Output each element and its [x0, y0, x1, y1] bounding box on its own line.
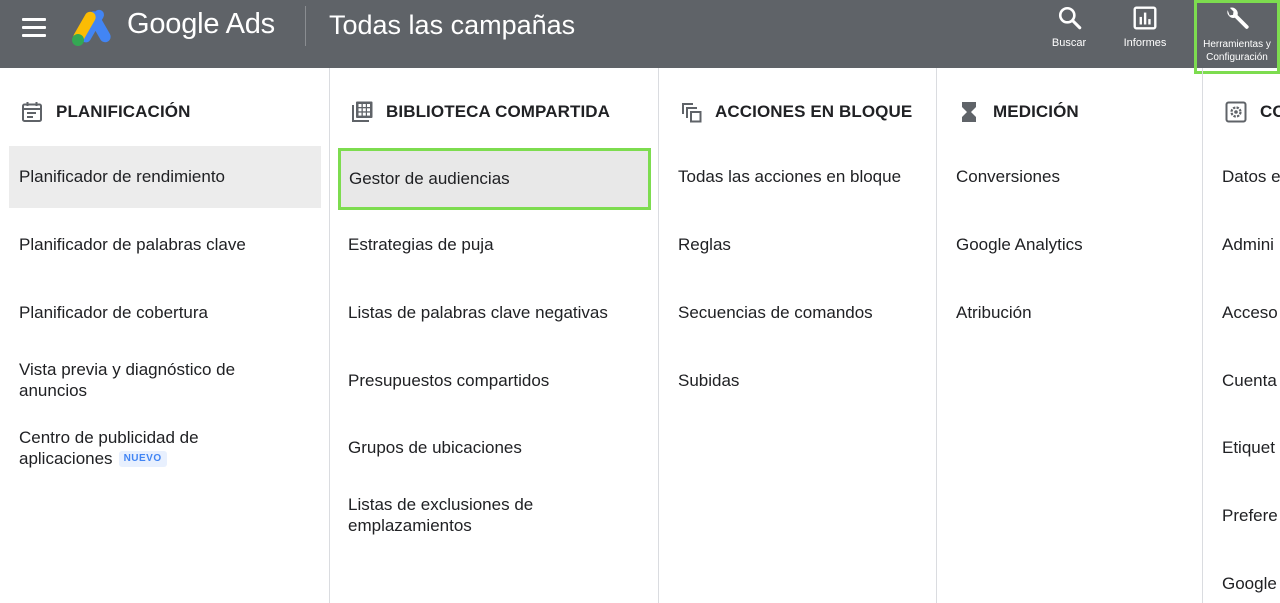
menu-item-label: Grupos de ubicaciones	[348, 438, 522, 457]
menu-item-settings-5[interactable]: Etiquet	[1222, 437, 1275, 458]
brand-name: Google Ads	[127, 8, 275, 40]
page-title: Todas las campañas	[329, 10, 576, 40]
planning-header: PLANIFICACIÓN	[20, 100, 190, 124]
reports-icon	[1133, 6, 1157, 30]
menu-item-label: Secuencias de comandos	[678, 303, 873, 322]
planning-title: PLANIFICACIÓN	[56, 102, 191, 121]
menu-item-label: Vista previa y diagnóstico de anuncios	[19, 360, 236, 400]
menu-item-label: Gestor de audiencias	[349, 169, 510, 188]
gear-box-icon	[1225, 101, 1247, 123]
menu-item-audience-manager[interactable]: Gestor de audiencias	[338, 148, 651, 210]
menu-item-shared-budgets[interactable]: Presupuestos compartidos	[348, 370, 648, 391]
menu-item-label: Google Analytics	[956, 235, 1083, 254]
menu-item-label: Datos e	[1222, 167, 1280, 186]
measurement-column: MEDICIÓN Conversiones Google Analytics A…	[937, 68, 1202, 603]
tools-and-settings-label: Herramientas y Configuración	[1203, 39, 1271, 63]
menu-item-label: Reglas	[678, 235, 731, 254]
menu-item-app-advertising-hub[interactable]: Centro de publicidad de aplicaciones NUEV…	[19, 427, 249, 469]
menu-item-label: Prefere	[1222, 506, 1278, 525]
menu-item-conversions[interactable]: Conversiones	[956, 166, 1196, 187]
planning-column: PLANIFICACIÓN Planificador de rendimient…	[0, 68, 329, 603]
measurement-title: MEDICIÓN	[993, 102, 1079, 121]
menu-item-label: Planificador de cobertura	[19, 303, 209, 322]
search-icon	[1058, 6, 1082, 30]
menu-item-attribution[interactable]: Atribución	[956, 302, 1196, 323]
menu-item-label: Todas las acciones en bloque	[678, 167, 902, 186]
bulk-actions-title: ACCIONES EN BLOQUE	[715, 102, 913, 121]
settings-column: CO Datos e Admini Acceso Cuenta Etiquet …	[1203, 68, 1280, 603]
menu-item-label: Planificador de rendimiento	[19, 167, 226, 186]
menu-item-settings-1[interactable]: Datos e	[1222, 166, 1280, 187]
menu-item-scripts[interactable]: Secuencias de comandos	[678, 302, 928, 323]
menu-item-label: Centro de publicidad de aplicaciones	[19, 428, 199, 468]
menu-item-settings-7[interactable]: Google	[1222, 573, 1277, 594]
menu-item-performance-planner[interactable]: Planificador de rendimiento	[9, 146, 321, 208]
shared-library-title: BIBLIOTECA COMPARTIDA	[386, 102, 611, 121]
menu-item-placement-exclusion-lists[interactable]: Listas de exclusiones de emplazamientos	[348, 494, 578, 536]
bulk-actions-header: ACCIONES EN BLOQUE	[679, 100, 912, 124]
new-badge: NUEVO	[118, 451, 167, 467]
top-app-bar: Google Ads Todas las campañas Buscar Inf…	[0, 0, 1280, 74]
reports-button[interactable]: Informes	[1114, 0, 1176, 68]
menu-item-google-analytics[interactable]: Google Analytics	[956, 234, 1196, 255]
hamburger-menu-icon[interactable]	[20, 16, 48, 40]
menu-item-all-bulk-actions[interactable]: Todas las acciones en bloque	[678, 166, 928, 187]
wrench-icon	[1227, 7, 1249, 29]
menu-item-settings-4[interactable]: Cuenta	[1222, 370, 1277, 391]
menu-item-settings-3[interactable]: Acceso	[1222, 302, 1278, 323]
header-divider	[305, 6, 306, 46]
menu-item-ad-preview-diagnosis[interactable]: Vista previa y diagnóstico de anuncios	[19, 359, 269, 401]
menu-item-label: Listas de exclusiones de emplazamientos	[348, 495, 534, 535]
google-ads-logo-icon	[72, 9, 111, 46]
bulk-actions-column: ACCIONES EN BLOQUE Todas las acciones en…	[659, 68, 936, 603]
menu-item-label: Conversiones	[956, 167, 1060, 186]
menu-item-label: Cuenta	[1222, 371, 1277, 390]
menu-item-placement-groups[interactable]: Grupos de ubicaciones	[348, 437, 648, 458]
menu-item-label: Google	[1222, 574, 1277, 593]
menu-item-label: Estrategias de puja	[348, 235, 494, 254]
menu-item-label: Listas de palabras clave negativas	[348, 303, 608, 322]
copy-stack-icon	[682, 103, 702, 123]
menu-item-label: Presupuestos compartidos	[348, 371, 550, 390]
menu-item-uploads[interactable]: Subidas	[678, 370, 928, 391]
menu-item-rules[interactable]: Reglas	[678, 234, 928, 255]
tools-and-settings-button[interactable]: Herramientas y Configuración	[1194, 0, 1280, 74]
settings-header: CO	[1224, 100, 1280, 124]
shared-library-header: BIBLIOTECA COMPARTIDA	[350, 100, 610, 124]
search-label: Buscar	[1051, 37, 1087, 49]
settings-title: CO	[1260, 102, 1280, 121]
search-button[interactable]: Buscar	[1040, 0, 1098, 68]
calendar-icon	[22, 102, 42, 122]
menu-item-label: Admini	[1222, 235, 1274, 254]
menu-item-settings-2[interactable]: Admini	[1222, 234, 1274, 255]
menu-item-settings-6[interactable]: Prefere	[1222, 505, 1278, 526]
menu-item-label: Acceso	[1222, 303, 1278, 322]
menu-item-bid-strategies[interactable]: Estrategias de puja	[348, 234, 648, 255]
reports-label: Informes	[1123, 37, 1167, 49]
menu-item-label: Planificador de palabras clave	[19, 235, 246, 254]
library-grid-icon	[352, 101, 373, 122]
menu-item-keyword-planner[interactable]: Planificador de palabras clave	[19, 234, 319, 255]
menu-item-negative-keyword-lists[interactable]: Listas de palabras clave negativas	[348, 302, 648, 323]
shared-library-column: BIBLIOTECA COMPARTIDA Gestor de audienci…	[330, 68, 658, 603]
menu-item-label: Etiquet	[1222, 438, 1275, 457]
menu-item-label: Subidas	[678, 371, 740, 390]
measurement-header: MEDICIÓN	[957, 100, 1079, 124]
menu-item-label: Atribución	[956, 303, 1032, 322]
menu-item-reach-planner[interactable]: Planificador de cobertura	[19, 302, 319, 323]
hourglass-icon	[962, 102, 976, 122]
